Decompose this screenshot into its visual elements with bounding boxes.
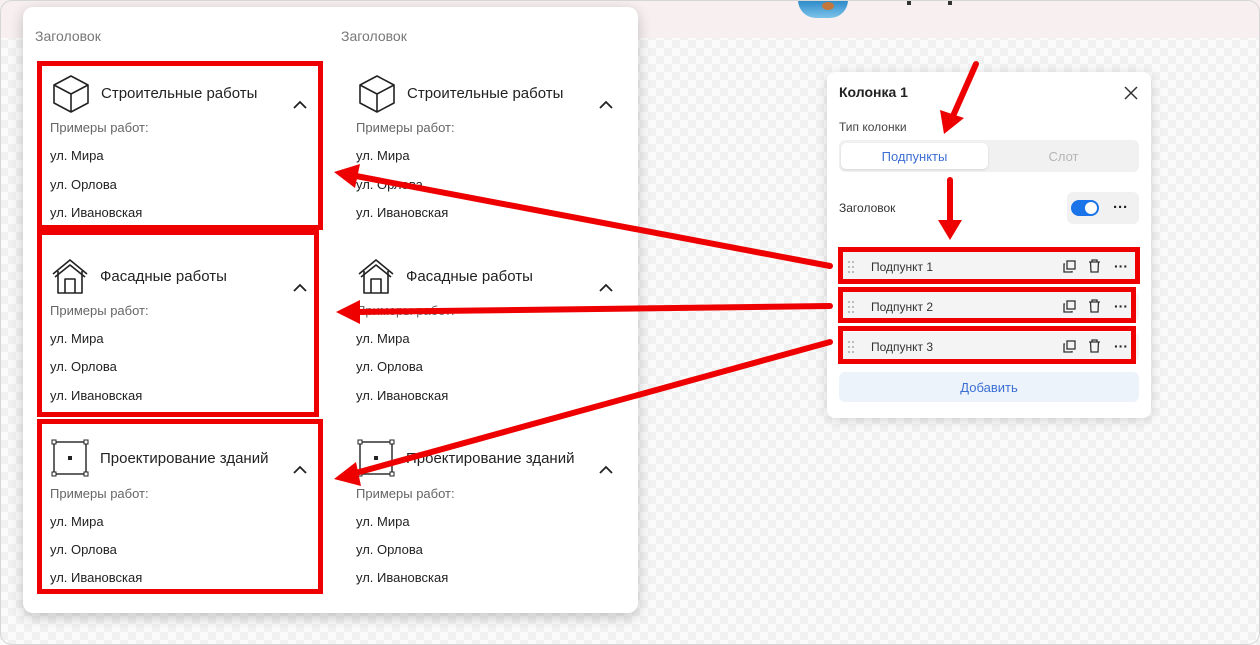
copy-icon[interactable] [1063,340,1076,353]
example-item[interactable]: ул. Мира [356,331,410,346]
chevron-up-icon[interactable] [293,465,307,475]
segment-subitems[interactable]: Подпункты [841,143,988,169]
subitem-label: Подпункт 2 [871,300,934,314]
header-toggle[interactable] [1071,200,1099,216]
examples-label: Примеры работ: [50,303,149,318]
chevron-up-icon[interactable] [599,100,613,110]
examples-label: Примеры работ: [356,120,455,135]
trash-icon[interactable] [1088,259,1101,273]
more-icon[interactable]: ··· [1114,259,1128,273]
section-title: Фасадные работы [406,267,533,285]
house-icon [358,259,394,294]
more-icon[interactable]: ··· [1113,200,1128,215]
section-title: Проектирование зданий [406,449,575,467]
section-title: Проектирование зданий [100,449,269,467]
header-toggle-label: Заголовок [839,201,896,215]
subitem-row[interactable]: Подпункт 1 ··· [839,252,1139,282]
more-icon[interactable]: ··· [1114,299,1128,313]
example-item[interactable]: ул. Ивановская [356,570,448,585]
copy-icon[interactable] [1063,260,1076,273]
example-item[interactable]: ул. Ивановская [50,388,142,403]
section-header-facade[interactable]: Фасадные работы [50,256,227,296]
section-header-design[interactable]: Проектирование зданий [356,438,574,478]
example-item[interactable]: ул. Орлова [356,542,423,557]
example-item[interactable]: ул. Мира [356,514,410,529]
chevron-up-icon[interactable] [599,283,613,293]
column-2-heading: Заголовок [341,28,407,44]
section-title: Строительные работы [101,84,258,102]
column-type-label: Тип колонки [839,120,907,134]
subitem-label: Подпункт 1 [871,260,934,274]
blueprint-icon [357,439,395,477]
examples-label: Примеры работ: [356,303,455,318]
column-type-switch: Подпункты Слот [839,140,1139,172]
example-item[interactable]: ул. Ивановская [50,205,142,220]
section-header-facade[interactable]: Фасадные работы [356,256,533,296]
example-item[interactable]: ул. Ивановская [356,388,448,403]
segment-slot[interactable]: Слот [990,143,1137,169]
chevron-up-icon[interactable] [293,100,307,110]
examples-label: Примеры работ: [356,486,455,501]
subitem-row[interactable]: Подпункт 2 ··· [839,292,1139,322]
logo-mark [822,2,834,10]
top-bar-mark [948,0,952,5]
top-bar-mark [907,0,911,5]
examples-label: Примеры работ: [50,486,149,501]
trash-icon[interactable] [1088,299,1101,313]
subitem-label: Подпункт 3 [871,340,934,354]
section-title: Строительные работы [407,84,564,102]
trash-icon[interactable] [1088,339,1101,353]
add-subitem-button[interactable]: Добавить [839,372,1139,402]
example-item[interactable]: ул. Орлова [356,359,423,374]
example-item[interactable]: ул. Мира [50,331,104,346]
cube-icon [53,75,89,113]
section-header-construction[interactable]: Строительные работы [357,73,563,113]
column-1-heading: Заголовок [35,28,101,44]
header-toggle-group: ··· [1067,192,1139,224]
example-item[interactable]: ул. Мира [50,514,104,529]
panel-title: Колонка 1 [839,84,908,100]
column-settings-panel: Колонка 1 Тип колонки Подпункты Слот Заг… [827,72,1151,418]
drag-handle-icon[interactable] [847,300,855,314]
example-item[interactable]: ул. Орлова [50,542,117,557]
section-header-design[interactable]: Проектирование зданий [50,438,268,478]
examples-label: Примеры работ: [50,120,149,135]
chevron-up-icon[interactable] [293,283,307,293]
example-item[interactable]: ул. Мира [50,148,104,163]
blueprint-icon [51,439,89,477]
example-item[interactable]: ул. Ивановская [356,205,448,220]
drag-handle-icon[interactable] [847,260,855,274]
drag-handle-icon[interactable] [847,340,855,354]
more-icon[interactable]: ··· [1114,339,1128,353]
copy-icon[interactable] [1063,300,1076,313]
chevron-up-icon[interactable] [599,465,613,475]
menu-preview-card: Заголовок Заголовок Строительные работы … [23,7,638,613]
section-header-construction[interactable]: Строительные работы [51,73,257,113]
subitem-row[interactable]: Подпункт 3 ··· [839,332,1139,362]
example-item[interactable]: ул. Орлова [356,177,423,192]
example-item[interactable]: ул. Мира [356,148,410,163]
section-title: Фасадные работы [100,267,227,285]
cube-icon [359,75,395,113]
house-icon [52,259,88,294]
close-icon[interactable] [1123,85,1139,101]
example-item[interactable]: ул. Ивановская [50,570,142,585]
example-item[interactable]: ул. Орлова [50,177,117,192]
example-item[interactable]: ул. Орлова [50,359,117,374]
